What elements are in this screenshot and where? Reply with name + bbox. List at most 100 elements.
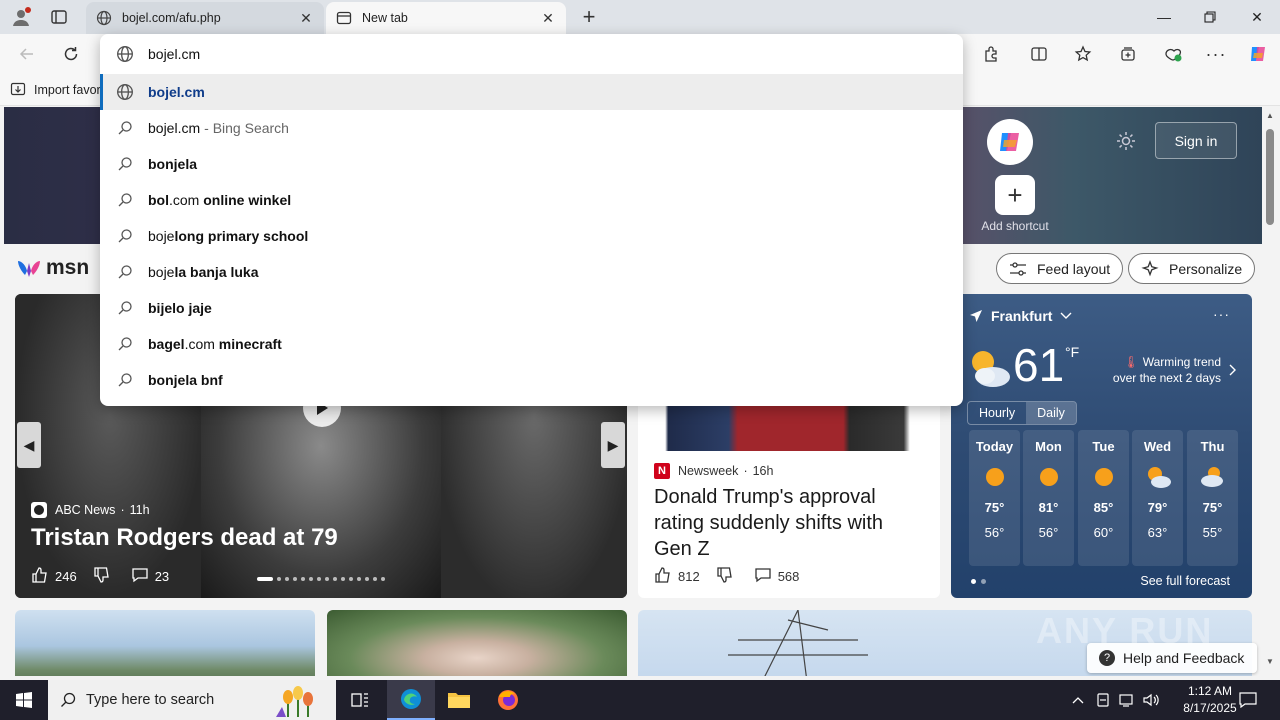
comment-icon[interactable] xyxy=(754,566,772,587)
tab-bojel[interactable]: bojel.com/afu.php ✕ xyxy=(86,2,324,34)
new-tab-plus-icon[interactable]: + xyxy=(578,4,600,29)
story-headline[interactable]: Donald Trump's approval rating suddenly … xyxy=(654,484,924,562)
suggestion-text: bojel.cm xyxy=(148,84,205,100)
suggestion-subtext: - Bing Search xyxy=(204,120,289,136)
browser-essentials-icon[interactable] xyxy=(1158,40,1188,68)
forecast-day[interactable]: Tue 85° 60° xyxy=(1078,430,1129,566)
suggestion-item[interactable]: bojel.cm xyxy=(100,74,963,110)
weather-more-icon[interactable]: ··· xyxy=(1213,306,1230,322)
refresh-icon[interactable] xyxy=(56,40,86,68)
dislike-icon[interactable] xyxy=(93,566,111,587)
address-input[interactable] xyxy=(148,46,908,62)
back-arrow-icon[interactable] xyxy=(12,40,42,68)
like-icon[interactable] xyxy=(31,566,49,587)
dislike-icon[interactable] xyxy=(716,566,734,587)
suggestion-text: boje xyxy=(148,264,175,280)
globe-icon xyxy=(96,10,112,26)
firefox-icon[interactable] xyxy=(484,680,532,720)
like-icon[interactable] xyxy=(654,566,672,587)
windows-taskbar: Type here to search 1:12 AM 8/17/2025 xyxy=(0,680,1280,720)
windows-start-icon[interactable] xyxy=(0,680,48,720)
suggestion-item[interactable]: bonjela bnf xyxy=(100,362,963,398)
suggestion-text: .com xyxy=(184,336,215,352)
next-arrow-icon[interactable]: ▶ xyxy=(601,422,625,468)
forecast-day[interactable]: Wed 79° 63° xyxy=(1132,430,1183,566)
tab-new-tab[interactable]: New tab ✕ xyxy=(326,2,566,34)
copilot-orb-button[interactable] xyxy=(987,119,1033,165)
file-explorer-icon[interactable] xyxy=(435,680,483,720)
profile-avatar[interactable] xyxy=(10,6,32,28)
forecast-day[interactable]: Today 75° 56° xyxy=(969,430,1020,566)
close-tab-icon[interactable]: ✕ xyxy=(540,10,556,26)
comment-icon[interactable] xyxy=(131,566,149,587)
chevron-right-icon[interactable] xyxy=(1229,364,1237,379)
suggestion-item[interactable]: bijelo jaje xyxy=(100,290,963,326)
feed-layout-button[interactable]: Feed layout xyxy=(996,253,1124,284)
suggestion-item[interactable]: bonjela xyxy=(100,146,963,182)
thermometer-icon: 🌡 xyxy=(1123,355,1139,369)
security-tray-icon[interactable] xyxy=(1090,680,1116,720)
page-scrollbar[interactable]: ▲ ▼ xyxy=(1262,107,1280,676)
extensions-icon[interactable] xyxy=(976,40,1006,68)
sun-icon xyxy=(984,464,1006,490)
story-age: 16h xyxy=(752,464,774,478)
volume-icon[interactable] xyxy=(1138,680,1164,720)
close-tab-icon[interactable]: ✕ xyxy=(298,10,314,26)
weather-trend[interactable]: 🌡 Warming trend over the next 2 days xyxy=(1109,354,1221,386)
restore-icon[interactable] xyxy=(1187,0,1233,34)
suggestion-text-bold: minecraft xyxy=(214,336,282,352)
high-temp: 75° xyxy=(984,500,1005,515)
msn-logo[interactable]: msn xyxy=(16,253,89,283)
suggestion-item[interactable]: boje la banja luka xyxy=(100,254,963,290)
see-full-forecast-link[interactable]: See full forecast xyxy=(1140,574,1230,588)
favorites-star-icon[interactable] xyxy=(1068,40,1098,68)
scroll-down-arrow-icon[interactable]: ▼ xyxy=(1266,657,1274,666)
suggestion-item[interactable]: bagel .com minecraft xyxy=(100,326,963,362)
import-icon xyxy=(10,81,28,99)
settings-gear-icon[interactable] xyxy=(1114,129,1138,153)
scroll-up-arrow-icon[interactable]: ▲ xyxy=(1266,111,1274,120)
previous-arrow-icon[interactable]: ◀ xyxy=(17,422,41,468)
notifications-icon[interactable] xyxy=(1226,680,1270,720)
weather-location[interactable]: Frankfurt xyxy=(969,308,1072,324)
sign-in-button[interactable]: Sign in xyxy=(1155,122,1237,159)
forecast-day[interactable]: Thu 75° 55° xyxy=(1187,430,1238,566)
story-headline[interactable]: Tristan Rodgers dead at 79 xyxy=(31,524,338,552)
high-temp: 79° xyxy=(1147,500,1168,515)
suggestion-item[interactable]: bol .com online winkel xyxy=(100,182,963,218)
suggestion-item[interactable]: bojel.cm - Bing Search xyxy=(100,110,963,146)
address-bar[interactable] xyxy=(100,34,963,74)
daily-tab[interactable]: Daily xyxy=(1026,402,1076,424)
suggestion-text: .com xyxy=(169,192,200,208)
tab-actions-icon[interactable] xyxy=(50,8,70,26)
sliders-icon xyxy=(1009,261,1027,277)
partly-cloudy-icon xyxy=(1199,464,1227,490)
copilot-icon[interactable] xyxy=(1243,40,1273,68)
taskbar-search-box[interactable]: Type here to search xyxy=(48,680,336,720)
split-screen-icon[interactable] xyxy=(1024,40,1054,68)
high-temp: 75° xyxy=(1202,500,1223,515)
separator-dot: · xyxy=(120,503,125,517)
more-options-icon[interactable]: ··· xyxy=(1201,40,1231,68)
import-favorites-button[interactable]: Import favor xyxy=(10,81,101,99)
network-icon[interactable] xyxy=(1114,680,1140,720)
story-card[interactable] xyxy=(15,610,315,676)
add-shortcut-button[interactable]: + xyxy=(995,175,1035,215)
edge-taskbar-icon[interactable] xyxy=(387,680,435,720)
task-view-icon[interactable] xyxy=(336,680,384,720)
low-temp: 55° xyxy=(1202,525,1223,540)
story-age: 11h xyxy=(129,503,150,517)
search-icon xyxy=(116,335,134,353)
hourly-tab[interactable]: Hourly xyxy=(968,402,1026,424)
forecast-day[interactable]: Mon 81° 56° xyxy=(1023,430,1074,566)
high-temp: 85° xyxy=(1093,500,1114,515)
story-card[interactable] xyxy=(327,610,627,676)
weather-card[interactable]: Frankfurt ··· 61 °F 🌡 Warming trend over … xyxy=(951,294,1252,598)
search-icon xyxy=(116,155,134,173)
minimize-icon[interactable]: — xyxy=(1141,0,1187,34)
close-window-icon[interactable]: ✕ xyxy=(1234,0,1280,34)
personalize-button[interactable]: Personalize xyxy=(1128,253,1256,284)
suggestion-item[interactable]: boje long primary school xyxy=(100,218,963,254)
scrollbar-thumb[interactable] xyxy=(1266,129,1274,225)
collections-icon[interactable] xyxy=(1113,40,1143,68)
